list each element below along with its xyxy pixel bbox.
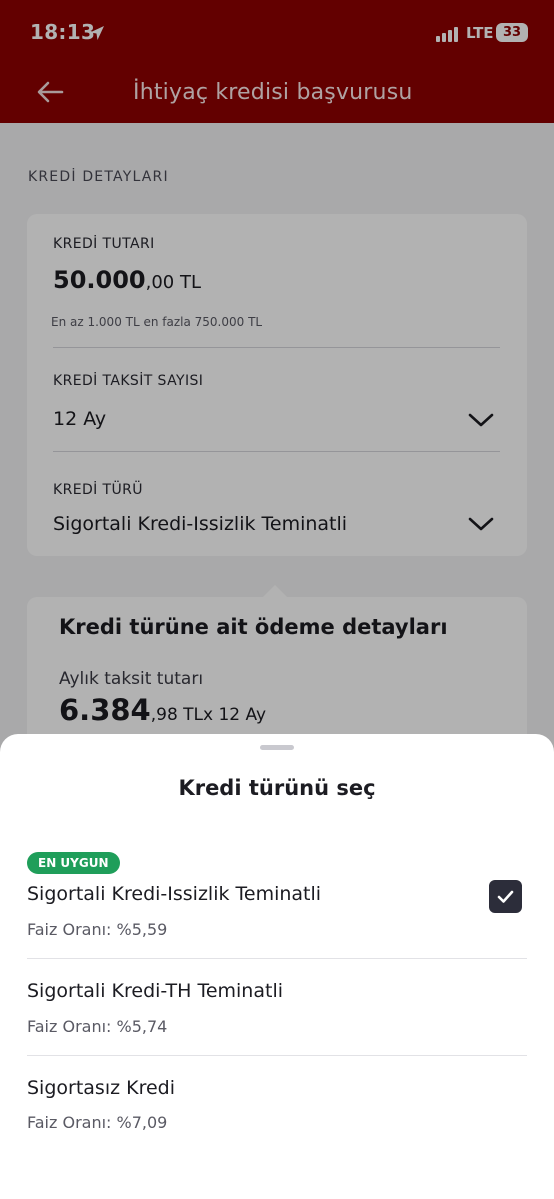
divider <box>27 1055 527 1056</box>
sheet-title: Kredi türünü seç <box>178 776 376 800</box>
option-name: Sigortali Kredi-Issizlik Teminatli <box>27 883 322 905</box>
check-icon <box>497 890 514 903</box>
option-issizlik[interactable]: EN UYGUN Sigortali Kredi-Issizlik Temina… <box>0 852 554 948</box>
option-rate: Faiz Oranı: %5,74 <box>27 1017 168 1036</box>
option-name: Sigortasız Kredi <box>27 1077 176 1099</box>
best-badge: EN UYGUN <box>27 852 120 874</box>
checkbox-checked[interactable] <box>489 880 522 913</box>
option-rate: Faiz Oranı: %7,09 <box>27 1113 168 1132</box>
divider <box>27 958 527 959</box>
option-th[interactable]: Sigortali Kredi-TH Teminatli Faiz Oranı:… <box>0 978 554 1074</box>
sheet-grabber[interactable] <box>260 745 294 750</box>
loan-type-sheet: Kredi türünü seç EN UYGUN Sigortali Kred… <box>0 734 554 1199</box>
option-name: Sigortali Kredi-TH Teminatli <box>27 980 283 1002</box>
option-rate: Faiz Oranı: %5,59 <box>27 920 168 939</box>
option-sigortasiz[interactable]: Sigortasız Kredi Faiz Oranı: %7,09 <box>0 1075 554 1171</box>
